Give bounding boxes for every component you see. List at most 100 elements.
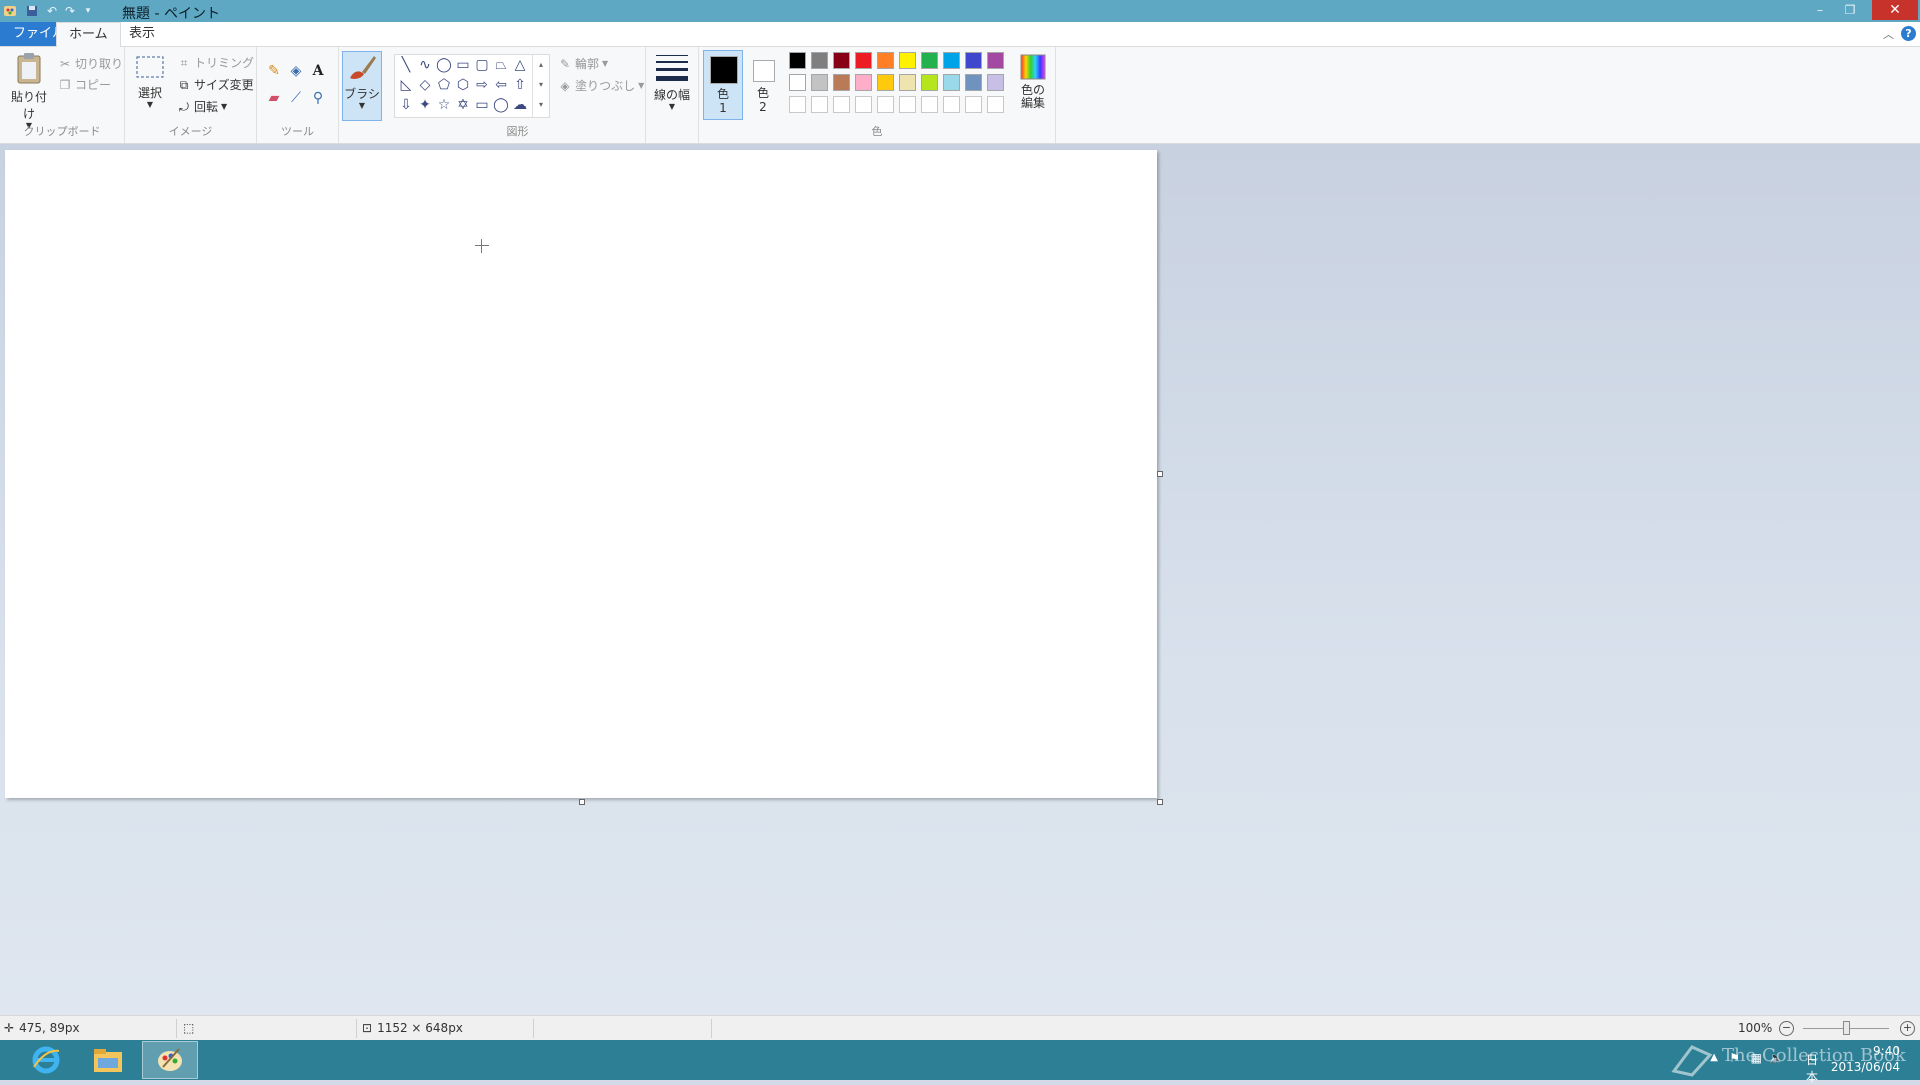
tab-view[interactable]: 表示 [117, 22, 167, 46]
rect-callout-icon[interactable]: ▭ [473, 96, 491, 114]
zoom-out-button[interactable]: − [1779, 1021, 1794, 1036]
edit-colors-button[interactable]: 色の 編集 [1015, 53, 1051, 110]
resize-handle-corner[interactable] [1157, 799, 1163, 805]
palette-swatch[interactable] [833, 96, 850, 113]
text-tool-icon[interactable]: A [309, 62, 327, 80]
palette-swatch[interactable] [855, 52, 872, 69]
right-triangle-icon[interactable]: ◺ [397, 76, 415, 94]
copy-button[interactable]: ❐ コピー [58, 76, 111, 93]
color2-swatch [753, 60, 775, 82]
palette-swatch[interactable] [789, 52, 806, 69]
palette-swatch[interactable] [855, 96, 872, 113]
triangle-icon[interactable]: △ [511, 56, 529, 74]
palette-swatch[interactable] [921, 96, 938, 113]
palette-swatch[interactable] [943, 52, 960, 69]
paste-button[interactable]: 貼り付け ▼ [6, 51, 52, 130]
zoom-in-button[interactable]: + [1900, 1021, 1915, 1036]
shapes-scroll[interactable]: ▴ ▾ ▾ [532, 55, 549, 117]
palette-swatch[interactable] [899, 52, 916, 69]
oval-icon[interactable]: ◯ [435, 56, 453, 74]
pentagon-icon[interactable]: ⬠ [435, 76, 453, 94]
outline-label: 輪郭 [575, 57, 600, 71]
zoom-slider-thumb[interactable] [1843, 1021, 1850, 1035]
paste-label: 貼り付け [10, 90, 47, 121]
eraser-icon[interactable]: ▰ [265, 89, 283, 107]
palette-swatch[interactable] [789, 96, 806, 113]
color-picker-icon[interactable]: ⟋ [287, 89, 305, 107]
resize-label: サイズ変更 [194, 78, 254, 92]
help-icon[interactable]: ? [1901, 26, 1916, 41]
palette-swatch[interactable] [811, 96, 828, 113]
polygon-icon[interactable]: ⏢ [492, 56, 510, 74]
palette-swatch[interactable] [811, 74, 828, 91]
palette-swatch[interactable] [855, 74, 872, 91]
four-point-star-icon[interactable]: ✦ [416, 96, 434, 114]
palette-swatch[interactable] [789, 74, 806, 91]
palette-swatch[interactable] [899, 96, 916, 113]
fill-bucket-icon[interactable]: ◈ [287, 62, 305, 80]
down-arrow-icon[interactable]: ⇩ [397, 96, 415, 114]
move-cursor-icon: ✛ [4, 1021, 15, 1035]
hexagon-icon[interactable]: ⬡ [454, 76, 472, 94]
color2-button[interactable]: 色 2 [745, 50, 781, 120]
palette-swatch[interactable] [943, 96, 960, 113]
curve-icon[interactable]: ∿ [416, 56, 434, 74]
select-button[interactable]: 選択 ▼ [131, 55, 169, 109]
outline-button[interactable]: ✎ 輪郭 ▼ [558, 55, 608, 72]
close-button[interactable]: ✕ [1872, 0, 1918, 20]
palette-swatch[interactable] [965, 96, 982, 113]
pencil-icon[interactable]: ✎ [265, 62, 283, 80]
palette-swatch[interactable] [833, 52, 850, 69]
palette-swatch[interactable] [943, 74, 960, 91]
resize-button[interactable]: ⧉ サイズ変更 [177, 76, 254, 93]
cut-button[interactable]: ✂ 切り取り [58, 55, 123, 72]
palette-swatch[interactable] [833, 74, 850, 91]
color1-button[interactable]: 色 1 [703, 50, 743, 120]
palette-swatch[interactable] [921, 74, 938, 91]
palette-swatch[interactable] [987, 52, 1004, 69]
line-icon[interactable]: ╲ [397, 56, 415, 74]
up-arrow-icon[interactable]: ⇧ [511, 76, 529, 94]
crop-button[interactable]: ⌗ トリミング [177, 54, 254, 71]
rounded-rectangle-icon[interactable]: ▢ [473, 56, 491, 74]
brushes-button[interactable]: ブラシ ▼ [342, 51, 382, 121]
palette-swatch[interactable] [965, 52, 982, 69]
cloud-callout-icon[interactable]: ☁ [511, 96, 529, 114]
palette-swatch[interactable] [877, 96, 894, 113]
diamond-icon[interactable]: ◇ [416, 76, 434, 94]
paint-taskbar-button[interactable] [142, 1041, 198, 1079]
undo-icon[interactable]: ↶ [44, 3, 60, 19]
file-explorer-icon[interactable] [80, 1041, 136, 1079]
palette-swatch[interactable] [921, 52, 938, 69]
palette-swatch[interactable] [877, 74, 894, 91]
magnifier-icon[interactable]: ⚲ [309, 89, 327, 107]
palette-swatch[interactable] [965, 74, 982, 91]
drawing-canvas[interactable] [5, 150, 1157, 798]
resize-handle-bottom[interactable] [579, 799, 585, 805]
palette-swatch[interactable] [987, 96, 1004, 113]
palette-swatch[interactable] [987, 74, 1004, 91]
rectangle-icon[interactable]: ▭ [454, 56, 472, 74]
minimize-button[interactable]: – [1806, 0, 1834, 20]
palette-swatch[interactable] [811, 52, 828, 69]
oval-callout-icon[interactable]: ◯ [492, 96, 510, 114]
line-width-button[interactable]: 線の幅 ▼ [650, 53, 694, 111]
palette-swatch[interactable] [877, 52, 894, 69]
right-arrow-icon[interactable]: ⇨ [473, 76, 491, 94]
six-point-star-icon[interactable]: ✡ [454, 96, 472, 114]
taskbar: ▲ ⚑ ▦ 🔈 日本 9:40 2013/06/04 [0, 1040, 1920, 1084]
restore-button[interactable]: ❐ [1836, 0, 1864, 20]
rotate-button[interactable]: ⤾ 回転 ▼ [177, 98, 227, 115]
save-icon[interactable] [24, 3, 40, 19]
palette-swatch[interactable] [899, 74, 916, 91]
redo-icon[interactable]: ↷ [62, 3, 78, 19]
paint-app-icon[interactable] [2, 3, 18, 19]
internet-explorer-icon[interactable] [18, 1041, 74, 1079]
fill-button[interactable]: ◈ 塗りつぶし ▼ [558, 77, 644, 94]
five-point-star-icon[interactable]: ☆ [435, 96, 453, 114]
tab-home[interactable]: ホーム [56, 22, 121, 47]
left-arrow-icon[interactable]: ⇦ [492, 76, 510, 94]
minimize-ribbon-icon[interactable]: ︿ [1883, 26, 1894, 42]
customize-quick-access-icon[interactable]: ▾ [80, 3, 96, 19]
resize-handle-right[interactable] [1157, 471, 1163, 477]
